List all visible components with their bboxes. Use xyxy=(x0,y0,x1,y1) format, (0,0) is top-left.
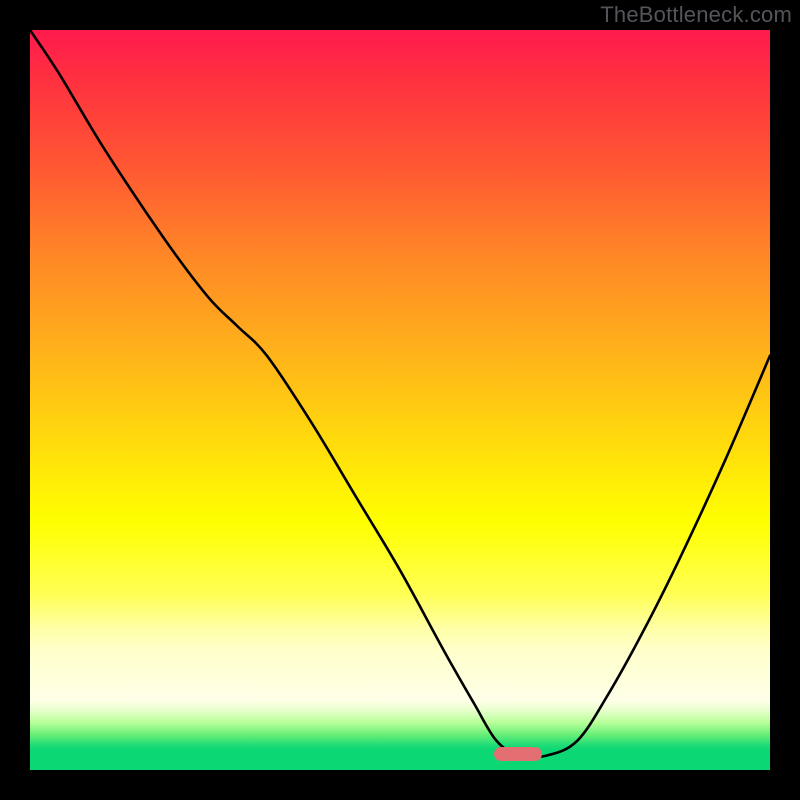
plot-area xyxy=(30,30,770,770)
chart-frame: TheBottleneck.com xyxy=(0,0,800,800)
bottleneck-curve xyxy=(30,30,770,757)
curve-svg xyxy=(30,30,770,770)
watermark-text: TheBottleneck.com xyxy=(600,2,792,28)
optimal-marker xyxy=(494,747,542,761)
